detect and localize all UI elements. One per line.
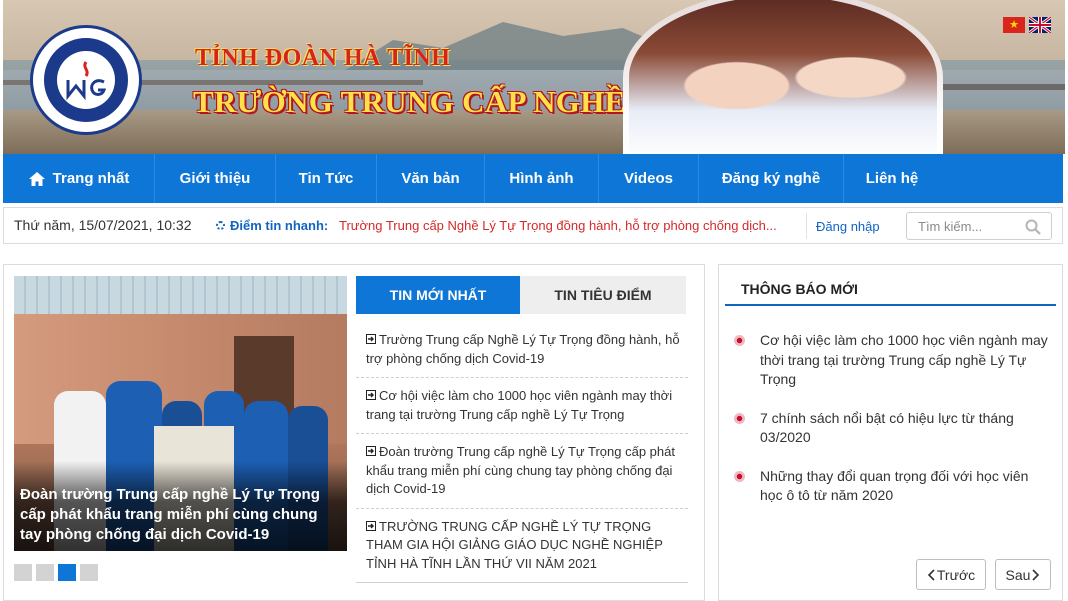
hot-news-icon	[216, 221, 225, 230]
nav-item-home[interactable]: Trang nhất	[3, 154, 155, 203]
nav-item-label: Videos	[624, 170, 673, 187]
slide-caption[interactable]: Đoàn trường Trung cấp nghề Lý Tự Trọng c…	[20, 485, 340, 545]
next-button[interactable]: Sau	[995, 559, 1051, 590]
search-icon[interactable]	[1025, 219, 1041, 238]
hot-news-ticker[interactable]: Trường Trung cấp Nghề Lý Tự Trọng đồng h…	[339, 218, 777, 233]
arrow-box-icon	[366, 390, 376, 400]
nav-item-label: Trang nhất	[52, 170, 130, 187]
prev-label: Trước	[936, 566, 976, 583]
nav-item-contact[interactable]: Liên hệ	[844, 154, 940, 203]
bullet-dot-icon	[734, 470, 745, 482]
main-nav: Trang nhất Giới thiệu Tin Tức Văn bản Hì…	[3, 154, 1063, 203]
vietnamese-flag-icon[interactable]: ★	[1003, 17, 1025, 33]
hot-news-label-text: Điểm tin nhanh:	[230, 218, 329, 233]
search-box	[906, 212, 1052, 240]
prev-button[interactable]: Trước	[916, 559, 986, 590]
school-logo[interactable]	[30, 25, 142, 135]
english-flag-icon[interactable]	[1029, 17, 1051, 33]
list-item[interactable]: Đoàn trường Trung cấp nghề Lý Tự Trọng c…	[356, 434, 688, 509]
nav-item-images[interactable]: Hình ảnh	[485, 154, 599, 203]
chevron-right-icon	[1032, 568, 1040, 581]
nav-item-documents[interactable]: Văn bản	[377, 154, 485, 203]
slider-dot[interactable]	[80, 564, 98, 581]
notice-title: THÔNG BÁO MỚI	[741, 281, 858, 297]
current-date: Thứ năm, 15/07/2021, 10:32	[14, 217, 192, 233]
info-bar: Thứ năm, 15/07/2021, 10:32 Điểm tin nhan…	[3, 207, 1063, 244]
nav-item-register[interactable]: Đăng ký nghề	[699, 154, 844, 203]
news-tabs: TIN MỚI NHẤT TIN TIÊU ĐIỂM	[356, 276, 686, 314]
hot-news-label: Điểm tin nhanh:	[216, 218, 328, 233]
language-switcher: ★	[1003, 17, 1051, 33]
main-news-panel: Đoàn trường Trung cấp nghề Lý Tự Trọng c…	[3, 264, 705, 601]
bullet-dot-icon	[734, 412, 745, 424]
notice-text: Cơ hội việc làm cho 1000 học viên ngành …	[760, 332, 1048, 387]
notice-panel: THÔNG BÁO MỚI Cơ hội việc làm cho 1000 h…	[718, 264, 1063, 601]
list-item[interactable]: Những thay đổi quan trọng đối với học vi…	[733, 467, 1049, 506]
news-title: Trường Trung cấp Nghề Lý Tự Trọng đồng h…	[366, 332, 680, 366]
notice-text: 7 chính sách nổi bật có hiệu lực từ thán…	[760, 409, 1014, 446]
list-item[interactable]: Cơ hội việc làm cho 1000 học viên ngành …	[733, 331, 1049, 390]
nav-item-videos[interactable]: Videos	[599, 154, 699, 203]
home-icon	[28, 171, 46, 187]
nav-item-about[interactable]: Giới thiệu	[155, 154, 276, 203]
divider	[806, 213, 807, 239]
slider-dot-active[interactable]	[58, 564, 76, 581]
notice-text: Những thay đổi quan trọng đối với học vi…	[760, 467, 1029, 504]
slider-dot[interactable]	[14, 564, 32, 581]
arrow-box-icon	[366, 446, 376, 456]
banner-students-photo	[623, 0, 943, 154]
arrow-box-icon	[366, 520, 376, 531]
news-title: TRƯỜNG TRUNG CẤP NGHỀ LÝ TỰ TRỌNG THAM G…	[366, 518, 663, 571]
nav-item-news[interactable]: Tin Tức	[276, 154, 377, 203]
nav-item-label: Giới thiệu	[179, 170, 251, 187]
nav-item-label: Liên hệ	[865, 170, 919, 187]
notice-header: THÔNG BÁO MỚI	[725, 273, 1056, 306]
nav-item-label: Hình ảnh	[509, 170, 574, 187]
slider-dot[interactable]	[36, 564, 54, 581]
featured-slide[interactable]: Đoàn trường Trung cấp nghề Lý Tự Trọng c…	[14, 276, 347, 551]
news-title: Cơ hội việc làm cho 1000 học viên ngành …	[366, 388, 673, 422]
search-input[interactable]	[907, 213, 1017, 239]
list-item[interactable]: Cơ hội việc làm cho 1000 học viên ngành …	[356, 378, 688, 434]
arrow-box-icon	[366, 334, 376, 344]
notice-list: Cơ hội việc làm cho 1000 học viên ngành …	[733, 331, 1049, 525]
list-item[interactable]: TRƯỜNG TRUNG CẤP NGHỀ LÝ TỰ TRỌNG THAM G…	[356, 509, 688, 583]
next-label: Sau	[1005, 566, 1031, 583]
nav-item-label: Đăng ký nghề	[721, 170, 821, 187]
tab-featured-news[interactable]: TIN TIÊU ĐIỂM	[520, 276, 686, 314]
news-title: Đoàn trường Trung cấp nghề Lý Tự Trọng c…	[366, 444, 675, 496]
chevron-left-icon	[927, 568, 935, 581]
latest-news-list: Trường Trung cấp Nghề Lý Tự Trọng đồng h…	[356, 322, 688, 583]
nav-item-label: Tin Tức	[298, 170, 354, 187]
header-banner: TỈNH ĐOÀN HÀ TĨNH TRƯỜNG TRUNG CẤP NGHỀ …	[3, 0, 1065, 154]
login-link[interactable]: Đăng nhập	[816, 219, 880, 234]
slide-photo-roof	[14, 276, 347, 314]
slider-pagination	[14, 564, 98, 581]
bullet-dot-icon	[734, 335, 745, 346]
banner-title-top: TỈNH ĐOÀN HÀ TĨNH	[195, 45, 451, 71]
banner-pier	[933, 84, 1065, 90]
tab-latest-news[interactable]: TIN MỚI NHẤT	[356, 276, 520, 314]
logo-emblem-icon	[66, 61, 107, 100]
list-item[interactable]: Trường Trung cấp Nghề Lý Tự Trọng đồng h…	[356, 322, 688, 378]
nav-item-label: Văn bản	[401, 170, 460, 187]
list-item[interactable]: 7 chính sách nổi bật có hiệu lực từ thán…	[733, 409, 1049, 448]
